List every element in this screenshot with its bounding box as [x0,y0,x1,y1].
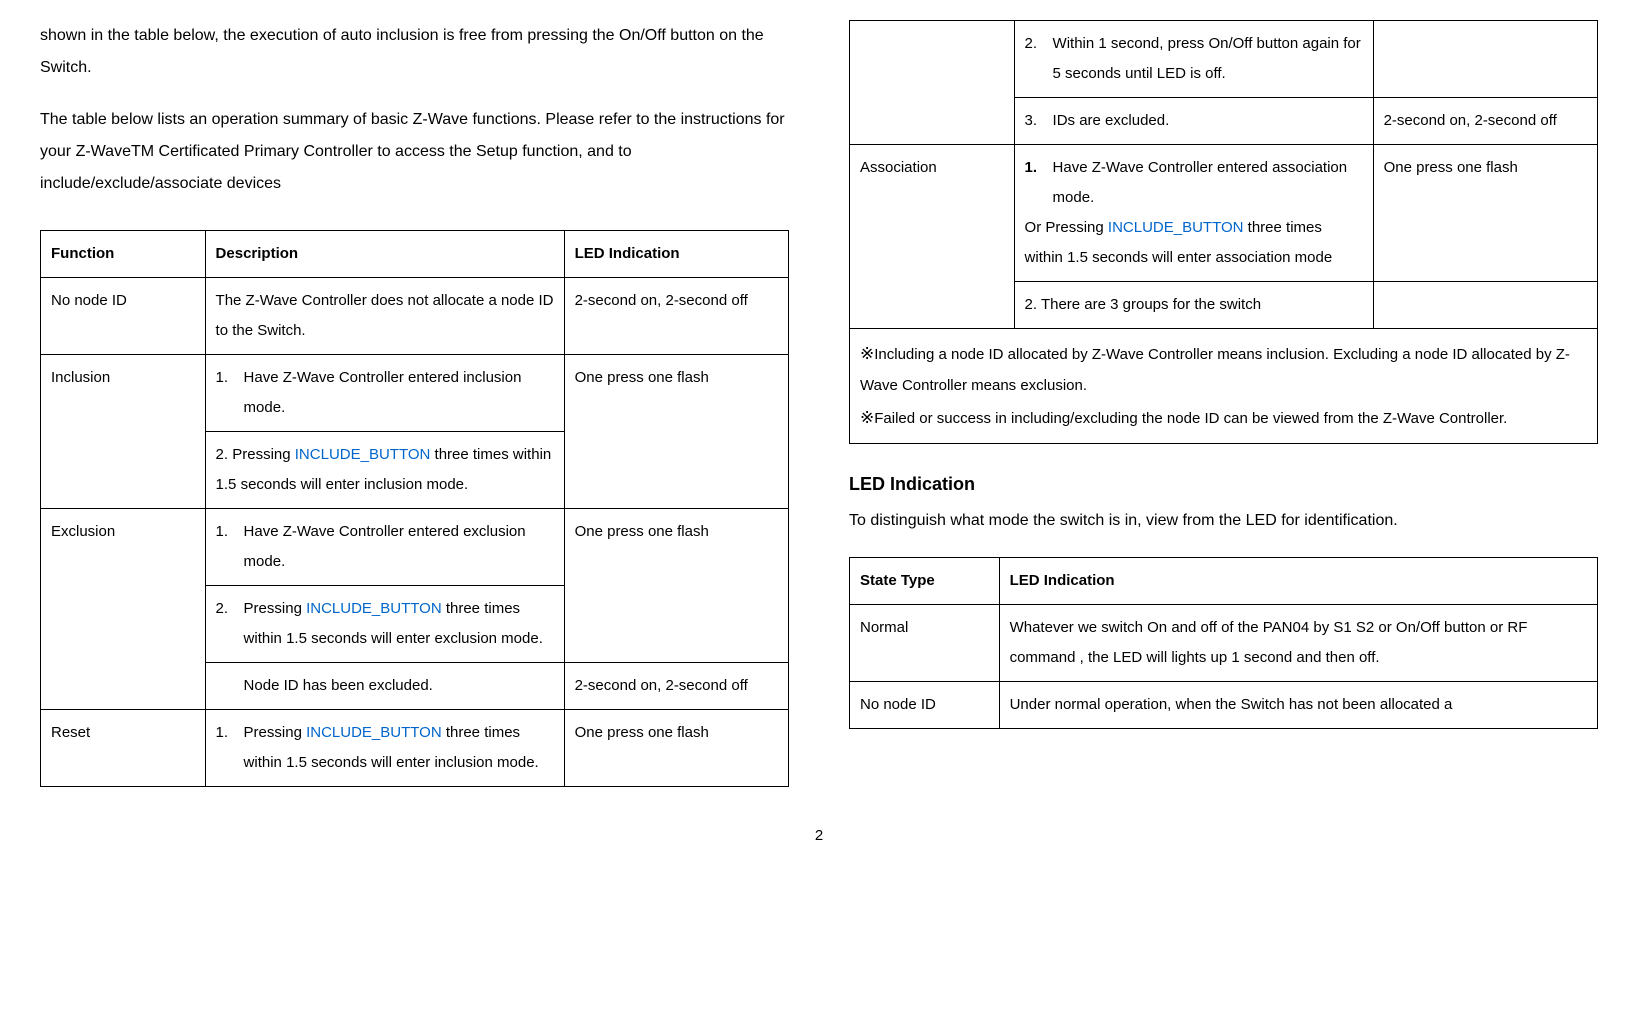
page-number: 2 [40,827,1598,844]
led-indication-table: State Type LED Indication Normal Whateve… [849,557,1598,729]
step-text: Have Z-Wave Controller entered associati… [1053,153,1363,213]
notes-cell: ※Including a node ID allocated by Z-Wave… [850,329,1598,444]
step-text: IDs are excluded. [1053,106,1363,136]
cell-description: 2. Pressing INCLUDE_BUTTON three times w… [205,432,564,509]
step-text: Pressing INCLUDE_BUTTON three times with… [244,718,554,778]
table-row: No node ID Under normal operation, when … [850,682,1598,729]
cell-description: 1. Have Z-Wave Controller entered inclus… [205,355,564,432]
cell-led: One press one flash [1373,145,1597,282]
step-num: 1. [1025,153,1053,213]
cell-state: Normal [850,605,1000,682]
cell-led-indication: Whatever we switch On and off of the PAN… [999,605,1597,682]
cell-led [1373,21,1597,98]
or-text: Or Pressing INCLUDE_BUTTON three times w… [1025,213,1363,273]
cell-function: Exclusion [41,509,206,710]
cell-function: Reset [41,710,206,787]
cell-function: Inclusion [41,355,206,509]
header-function: Function [41,231,206,278]
cell-led-indication: Under normal operation, when the Switch … [999,682,1597,729]
right-column: 2. Within 1 second, press On/Off button … [849,20,1598,807]
table-row: Normal Whatever we switch On and off of … [850,605,1598,682]
para-2: The table below lists an operation summa… [40,104,789,200]
step-text: Have Z-Wave Controller entered inclusion… [244,363,554,423]
header-description: Description [205,231,564,278]
header-state: State Type [850,558,1000,605]
table-row: Association 1. Have Z-Wave Controller en… [850,145,1598,282]
note-2: ※Failed or success in including/excludin… [860,401,1587,435]
cell-description: 1. Have Z-Wave Controller entered exclus… [205,509,564,586]
cell-led: One press one flash [564,355,788,509]
cell-description: 1. Pressing INCLUDE_BUTTON three times w… [205,710,564,787]
cell-led: 2-second on, 2-second off [564,663,788,710]
include-button-link: INCLUDE_BUTTON [1108,219,1244,236]
functions-table-continued: 2. Within 1 second, press On/Off button … [849,20,1598,444]
cell-led: 2-second on, 2-second off [1373,98,1597,145]
step-num: 1. [216,517,244,577]
step-text: Have Z-Wave Controller entered exclusion… [244,517,554,577]
cell-description: 2. Within 1 second, press On/Off button … [1014,21,1373,98]
cell-led [1373,282,1597,329]
step-num: 1. [216,718,244,778]
step-text: Within 1 second, press On/Off button aga… [1053,29,1363,89]
cell-description: 3. IDs are excluded. [1014,98,1373,145]
include-button-link: INCLUDE_BUTTON [306,600,442,617]
cell-state: No node ID [850,682,1000,729]
table-header-row: State Type LED Indication [850,558,1598,605]
cell-led: One press one flash [564,710,788,787]
step-pre: Pressing [232,446,295,463]
led-indication-heading: LED Indication [849,474,1598,495]
table-row: Reset 1. Pressing INCLUDE_BUTTON three t… [41,710,789,787]
para-1: shown in the table below, the execution … [40,20,789,84]
step-prefix: 2. [216,446,229,463]
cell-description: Node ID has been excluded. [205,663,564,710]
table-row: No node ID The Z-Wave Controller does no… [41,278,789,355]
note-1: ※Including a node ID allocated by Z-Wave… [860,337,1587,401]
step-num: 1. [216,363,244,423]
step-num: 3. [1025,106,1053,136]
led-intro: To distinguish what mode the switch is i… [849,505,1598,537]
cell-description: 2. Pressing INCLUDE_BUTTON three times w… [205,586,564,663]
table-note-row: ※Including a node ID allocated by Z-Wave… [850,329,1598,444]
functions-table: Function Description LED Indication No n… [40,230,789,787]
step-num: 2. [216,594,244,654]
step-num [216,671,244,701]
step-text: Node ID has been excluded. [244,671,554,701]
intro-text: shown in the table below, the execution … [40,20,789,200]
left-column: shown in the table below, the execution … [40,20,789,807]
cell-led: 2-second on, 2-second off [564,278,788,355]
include-button-link: INCLUDE_BUTTON [295,446,431,463]
cell-function: No node ID [41,278,206,355]
header-led: LED Indication [564,231,788,278]
cell-description: 1. Have Z-Wave Controller entered associ… [1014,145,1373,282]
step-text: Pressing INCLUDE_BUTTON three times with… [244,594,554,654]
table-header-row: Function Description LED Indication [41,231,789,278]
cell-description: The Z-Wave Controller does not allocate … [205,278,564,355]
table-row: Exclusion 1. Have Z-Wave Controller ente… [41,509,789,586]
cell-function: Association [850,145,1015,329]
cell-description: 2. There are 3 groups for the switch [1014,282,1373,329]
cell-function [850,21,1015,145]
cell-led: One press one flash [564,509,788,663]
table-row: 2. Within 1 second, press On/Off button … [850,21,1598,98]
include-button-link: INCLUDE_BUTTON [306,724,442,741]
table-row: Inclusion 1. Have Z-Wave Controller ente… [41,355,789,432]
header-led-indication: LED Indication [999,558,1597,605]
step-num: 2. [1025,29,1053,89]
